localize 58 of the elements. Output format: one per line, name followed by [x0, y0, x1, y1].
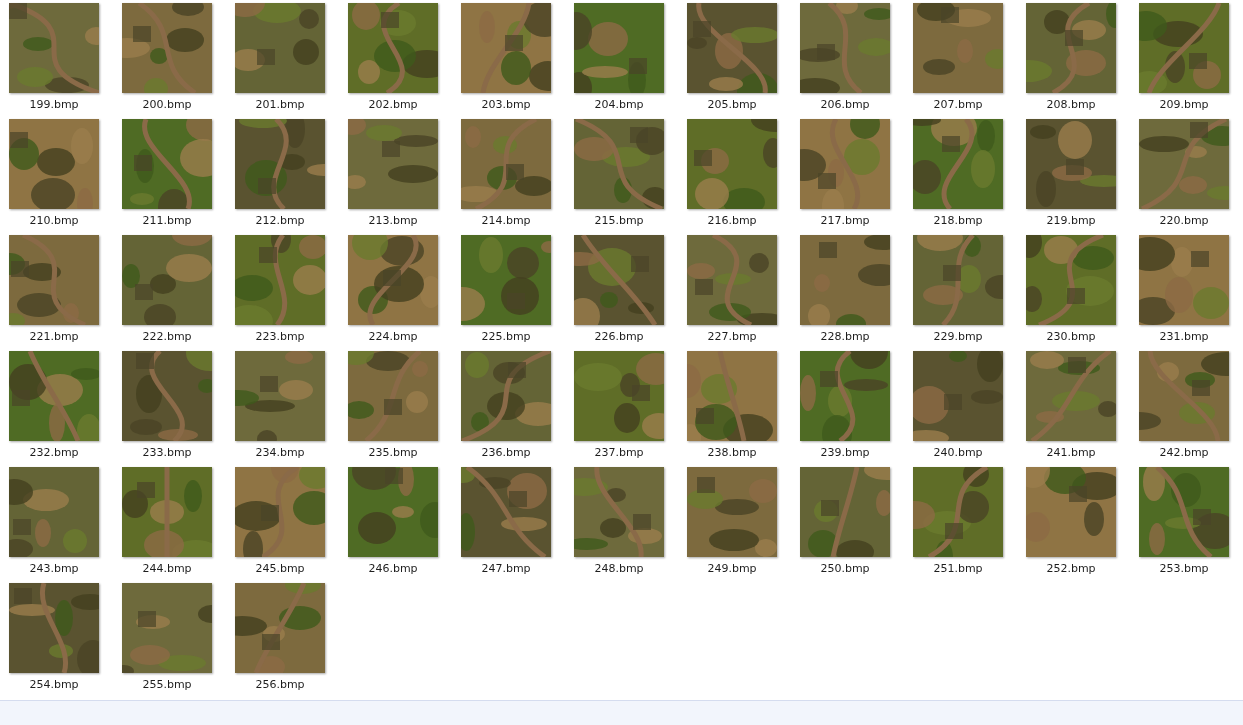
file-name[interactable]: 223.bmp — [255, 330, 305, 344]
file-name[interactable]: 221.bmp — [29, 330, 79, 344]
file-name[interactable]: 253.bmp — [1159, 562, 1209, 576]
file-name[interactable]: 248.bmp — [594, 562, 644, 576]
file-name[interactable]: 204.bmp — [594, 98, 644, 112]
file-name[interactable]: 243.bmp — [29, 562, 79, 576]
file-name[interactable]: 229.bmp — [933, 330, 983, 344]
file-name[interactable]: 225.bmp — [481, 330, 531, 344]
file-name[interactable]: 234.bmp — [255, 446, 305, 460]
file-name[interactable]: 213.bmp — [368, 214, 418, 228]
file-name[interactable]: 240.bmp — [933, 446, 983, 460]
file-name[interactable]: 238.bmp — [707, 446, 757, 460]
file-name[interactable]: 210.bmp — [29, 214, 79, 228]
file-name[interactable]: 250.bmp — [820, 562, 870, 576]
file-name[interactable]: 251.bmp — [933, 562, 983, 576]
file-name[interactable]: 222.bmp — [142, 330, 192, 344]
file-name[interactable]: 233.bmp — [142, 446, 192, 460]
file-name[interactable]: 220.bmp — [1159, 214, 1209, 228]
file-name[interactable]: 224.bmp — [368, 330, 418, 344]
file-name[interactable]: 216.bmp — [707, 214, 757, 228]
file-name[interactable]: 245.bmp — [255, 562, 305, 576]
file-name[interactable]: 207.bmp — [933, 98, 983, 112]
file-name[interactable]: 241.bmp — [1046, 446, 1096, 460]
file-name[interactable]: 227.bmp — [707, 330, 757, 344]
file-name[interactable]: 214.bmp — [481, 214, 531, 228]
file-name[interactable]: 211.bmp — [142, 214, 192, 228]
file-name[interactable]: 236.bmp — [481, 446, 531, 460]
file-name[interactable]: 242.bmp — [1159, 446, 1209, 460]
file-name[interactable]: 254.bmp — [29, 678, 79, 692]
file-name[interactable]: 212.bmp — [255, 214, 305, 228]
file-name[interactable]: 202.bmp — [368, 98, 418, 112]
file-name[interactable]: 217.bmp — [820, 214, 870, 228]
file-name[interactable]: 208.bmp — [1046, 98, 1096, 112]
file-name[interactable]: 232.bmp — [29, 446, 79, 460]
file-name[interactable]: 215.bmp — [594, 214, 644, 228]
file-name[interactable]: 239.bmp — [820, 446, 870, 460]
file-name[interactable]: 218.bmp — [933, 214, 983, 228]
file-name[interactable]: 201.bmp — [255, 98, 305, 112]
file-name[interactable]: 205.bmp — [707, 98, 757, 112]
file-name[interactable]: 256.bmp — [255, 678, 305, 692]
file-name[interactable]: 244.bmp — [142, 562, 192, 576]
file-name[interactable]: 230.bmp — [1046, 330, 1096, 344]
file-name[interactable]: 247.bmp — [481, 562, 531, 576]
file-name[interactable]: 252.bmp — [1046, 562, 1096, 576]
file-name[interactable]: 246.bmp — [368, 562, 418, 576]
file-name[interactable]: 199.bmp — [29, 98, 79, 112]
file-name[interactable]: 255.bmp — [142, 678, 192, 692]
file-name[interactable]: 235.bmp — [368, 446, 418, 460]
file-name[interactable]: 228.bmp — [820, 330, 870, 344]
file-name[interactable]: 203.bmp — [481, 98, 531, 112]
file-name[interactable]: 231.bmp — [1159, 330, 1209, 344]
file-name[interactable]: 200.bmp — [142, 98, 192, 112]
file-name[interactable]: 206.bmp — [820, 98, 870, 112]
file-name[interactable]: 209.bmp — [1159, 98, 1209, 112]
file-name[interactable]: 249.bmp — [707, 562, 757, 576]
file-name[interactable]: 219.bmp — [1046, 214, 1096, 228]
file-name[interactable]: 237.bmp — [594, 446, 644, 460]
file-name[interactable]: 226.bmp — [594, 330, 644, 344]
